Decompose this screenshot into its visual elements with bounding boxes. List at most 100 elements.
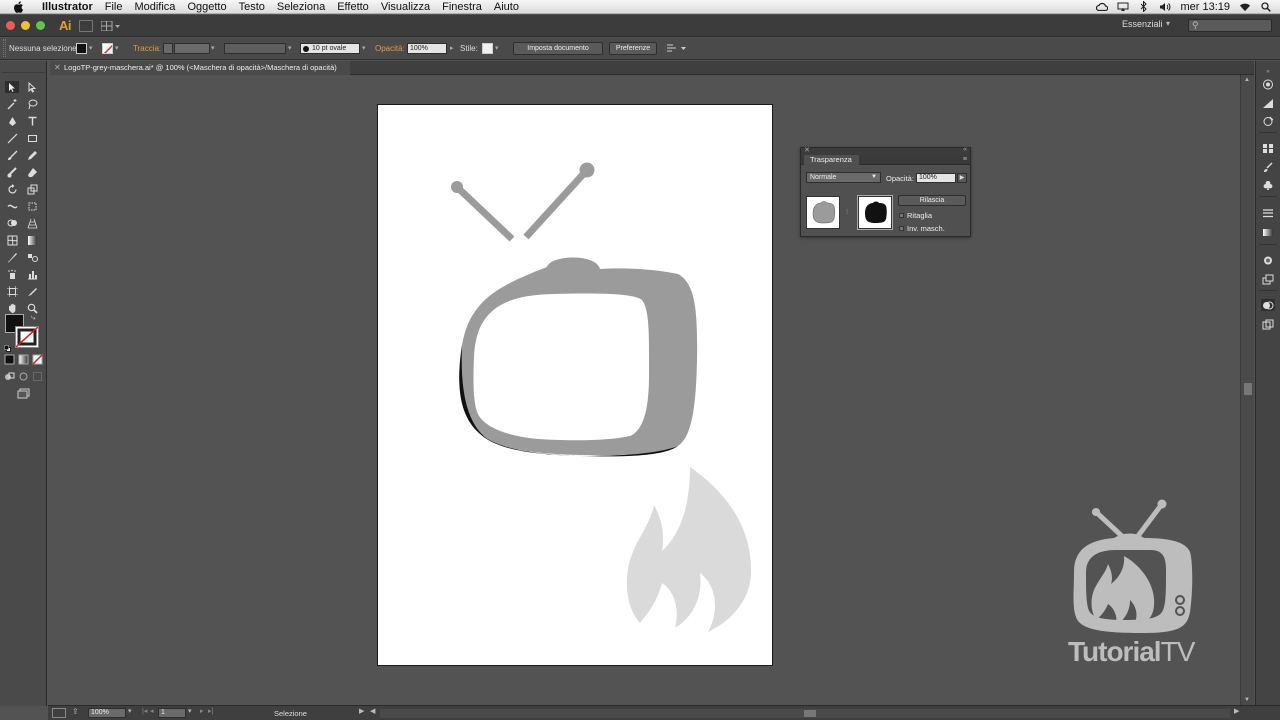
mask-link-icon[interactable]: ⁝ — [846, 208, 848, 216]
close-icon[interactable]: ✕ — [804, 146, 810, 154]
chevron-down-icon[interactable]: ▾ — [495, 44, 499, 52]
panel-grip[interactable] — [3, 39, 6, 57]
document-tab[interactable]: ✕ LogoTP-grey-maschera.ai* @ 100% (<Masc… — [50, 61, 350, 75]
magic-wand-tool-icon[interactable] — [5, 98, 19, 110]
arrange-documents-button[interactable] — [101, 20, 121, 32]
panel-grip[interactable] — [2, 63, 45, 73]
mesh-tool-icon[interactable] — [5, 234, 19, 246]
stroke-color-swatch[interactable] — [15, 326, 39, 348]
blend-tool-icon[interactable] — [25, 251, 39, 263]
brushes-panel-icon[interactable] — [1261, 161, 1275, 173]
slice-tool-icon[interactable] — [25, 285, 39, 297]
horizontal-scrollbar[interactable] — [380, 709, 1230, 718]
tv-antennas[interactable] — [451, 162, 595, 242]
free-transform-tool-icon[interactable] — [25, 200, 39, 212]
blend-mode-select[interactable]: Normale ▼ — [806, 172, 881, 183]
menu-finestra[interactable]: Finestra — [436, 0, 488, 14]
scroll-down-arrow-icon[interactable]: ▼ — [1244, 697, 1250, 703]
width-tool-icon[interactable] — [5, 200, 19, 212]
variable-width-profile[interactable] — [224, 43, 286, 54]
previous-artboard-icon[interactable]: ◂ — [150, 707, 154, 715]
transparency-panel-icon[interactable] — [1261, 299, 1275, 311]
pencil-tool-icon[interactable] — [25, 149, 39, 161]
release-mask-button[interactable]: Rilascia — [898, 195, 966, 206]
type-tool-icon[interactable] — [25, 115, 39, 127]
close-window-button[interactable] — [6, 21, 15, 30]
go-to-bridge-button[interactable] — [79, 19, 93, 32]
gradient-mode-icon[interactable] — [17, 353, 29, 365]
menu-seleziona[interactable]: Seleziona — [271, 0, 331, 14]
chevron-right-icon[interactable]: ▶ — [359, 707, 364, 715]
eyedropper-tool-icon[interactable] — [5, 251, 19, 263]
change-screen-mode-icon[interactable] — [15, 387, 31, 399]
object-thumbnail[interactable] — [806, 196, 840, 229]
chevron-down-icon[interactable]: ▾ — [89, 44, 93, 52]
fill-swatch[interactable] — [76, 43, 87, 54]
symbols-panel-icon[interactable] — [1261, 179, 1275, 191]
draw-normal-icon[interactable] — [3, 370, 15, 382]
default-colors-icon[interactable] — [4, 339, 11, 352]
artboard-tool-icon[interactable] — [5, 285, 19, 297]
hand-tool-icon[interactable] — [5, 302, 19, 314]
menu-oggetto[interactable]: Oggetto — [181, 0, 232, 14]
scroll-left-arrow-icon[interactable]: ◀ — [370, 707, 375, 715]
layers-panel-icon[interactable] — [1261, 273, 1275, 285]
chevron-down-icon[interactable]: ▾ — [362, 44, 366, 52]
appearance-panel-icon[interactable] — [1261, 115, 1275, 127]
menu-modifica[interactable]: Modifica — [128, 0, 181, 14]
stroke-panel-icon[interactable] — [1261, 207, 1275, 219]
chevron-down-icon[interactable]: ▾ — [115, 44, 119, 52]
column-graph-tool-icon[interactable] — [25, 268, 39, 280]
symbol-sprayer-tool-icon[interactable] — [5, 268, 19, 280]
spotlight-search-icon[interactable] — [1260, 1, 1272, 12]
brush-definition-select[interactable]: 10 pt ovale — [300, 43, 360, 54]
artboard[interactable] — [377, 104, 773, 666]
preferences-button[interactable]: Preferenze — [609, 42, 657, 55]
vertical-scroll-thumb[interactable] — [1244, 383, 1252, 395]
pen-tool-icon[interactable] — [5, 115, 19, 127]
vertical-scrollbar[interactable]: ▲ ▼ — [1240, 75, 1254, 705]
menu-effetto[interactable]: Effetto — [331, 0, 375, 14]
menu-aiuto[interactable]: Aiuto — [488, 0, 525, 14]
horizontal-scroll-thumb[interactable] — [804, 710, 816, 717]
apple-icon[interactable] — [12, 0, 26, 14]
panel-menu-icon[interactable]: ≡ — [963, 155, 967, 165]
opacity-label[interactable]: Opacità: — [375, 44, 405, 53]
zoom-window-button[interactable] — [36, 21, 45, 30]
scroll-up-arrow-icon[interactable]: ▲ — [1244, 77, 1250, 83]
eraser-tool-icon[interactable] — [25, 166, 39, 178]
graphic-style-swatch[interactable] — [482, 43, 493, 54]
opacity-input[interactable]: 100% — [407, 43, 447, 54]
stroke-swatch[interactable] — [102, 43, 113, 54]
chevron-right-icon[interactable]: ▶ — [957, 173, 967, 183]
collapse-icon[interactable]: « — [1261, 66, 1275, 78]
selection-tool-icon[interactable] — [5, 81, 19, 93]
direct-selection-tool-icon[interactable] — [25, 81, 39, 93]
blob-brush-tool-icon[interactable] — [5, 166, 19, 178]
panel-opacity-input[interactable]: 100% — [916, 173, 956, 183]
gradient-panel-icon[interactable] — [1261, 226, 1275, 238]
zoom-level-field[interactable]: 100% — [88, 708, 126, 718]
scroll-right-arrow-icon[interactable]: ▶ — [1234, 707, 1239, 715]
line-segment-tool-icon[interactable] — [5, 132, 19, 144]
artboard-number-field[interactable]: 1 — [158, 708, 186, 718]
close-icon[interactable]: ✕ — [54, 61, 61, 75]
mask-thumbnail[interactable] — [857, 195, 893, 230]
menu-app-name[interactable]: Illustrator — [36, 0, 99, 14]
next-artboard-icon[interactable]: ▸ — [200, 707, 204, 715]
swatches-panel-icon[interactable] — [1261, 142, 1275, 154]
color-mode-icon[interactable] — [3, 353, 15, 365]
last-artboard-icon[interactable]: ▸| — [208, 707, 213, 715]
draw-inside-icon[interactable] — [31, 370, 43, 382]
swap-fill-stroke-icon[interactable]: ⤷ — [31, 313, 35, 323]
graphic-styles-panel-icon[interactable] — [1261, 254, 1275, 266]
tv-logo-artwork[interactable] — [378, 105, 774, 667]
chevron-down-icon[interactable]: ▾ — [288, 44, 292, 52]
chevron-down-icon[interactable]: ▾ — [211, 44, 215, 52]
workspace-switcher[interactable]: Essenziali — [1122, 19, 1163, 29]
document-setup-button[interactable]: Imposta documento — [513, 42, 603, 55]
rotate-tool-icon[interactable] — [5, 183, 19, 195]
volume-icon[interactable] — [1159, 2, 1171, 12]
panel-drag-bar[interactable]: ✕ « — [801, 146, 970, 155]
minimize-window-button[interactable] — [21, 21, 30, 30]
